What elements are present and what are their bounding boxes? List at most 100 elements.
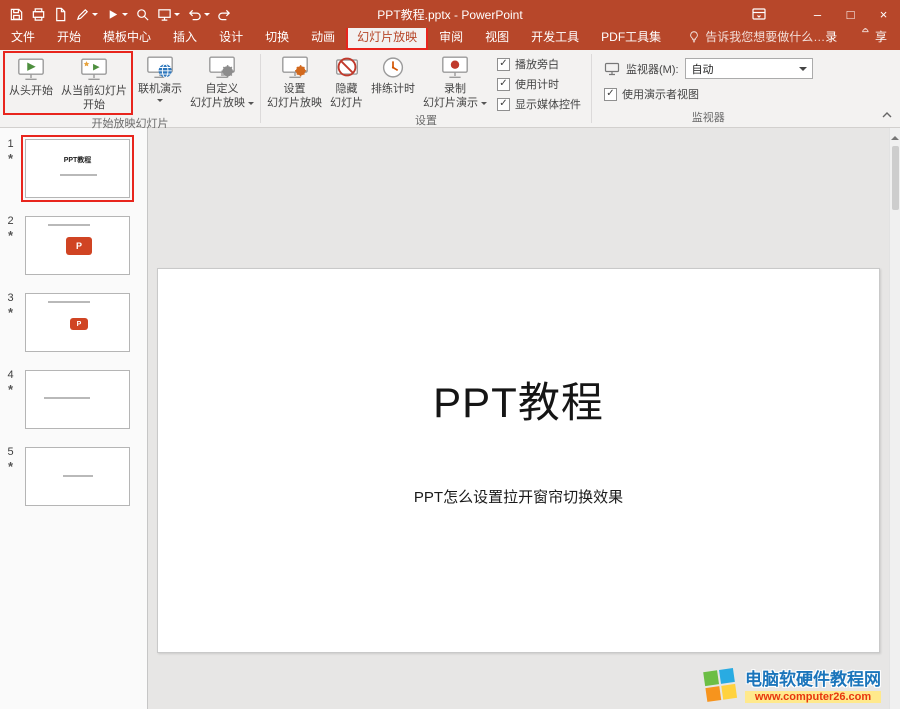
from-current-slide-button[interactable]: 从当前幻灯片 开始 (57, 53, 131, 113)
thumbnail-title-text: PPT教程 (63, 157, 92, 164)
annotation-box-thumbnail-1: PPT教程 (21, 135, 134, 202)
chevron-down-icon (798, 66, 807, 75)
current-slide[interactable]: PPT教程 PPT怎么设置拉开窗帘切换效果 (157, 268, 880, 653)
ribbon: 从头开始 从当前幻灯片 开始 联机演示 自定义 幻灯片放映 开始放映幻灯片 设置… (0, 50, 900, 130)
custom-show-label-line2: 幻灯片放映 (190, 97, 245, 110)
slide-number: 4 (7, 369, 14, 381)
thumbnail-meta: 1 * (0, 135, 21, 202)
record-label-line2: 幻灯片演示 (423, 97, 478, 110)
checkbox-checked-icon: ✓ (497, 57, 510, 71)
slide-thumbnail-3[interactable]: 3 * P (0, 289, 147, 356)
thumbnail-preview[interactable]: P (25, 293, 130, 352)
animation-star-icon: * (7, 228, 14, 243)
annotation-box-start-buttons: 从头开始 从当前幻灯片 开始 (3, 51, 133, 115)
checkbox-checked-icon: ✓ (497, 97, 510, 111)
show-media-controls-checkbox[interactable]: ✓ 显示媒体控件 (497, 96, 581, 112)
print-preview-icon[interactable] (31, 7, 46, 22)
slide-thumbnail-pane: 1 * PPT教程 2 * P 3 * P 4 * 5 * (0, 128, 148, 709)
slide-thumbnail-5[interactable]: 5 * (0, 443, 147, 510)
custom-slide-show-button[interactable]: 自定义 幻灯片放映 (186, 51, 258, 111)
record-slide-show-button[interactable]: 录制 幻灯片演示 (419, 51, 491, 111)
thumbnail-text-line (44, 397, 90, 399)
from-beginning-label: 从头开始 (9, 85, 53, 97)
monitor-dropdown[interactable]: 自动 (684, 58, 813, 79)
slide-number: 3 (7, 292, 14, 304)
thumbnail-meta: 4 * (0, 366, 21, 433)
save-icon[interactable] (9, 7, 24, 22)
ribbon-tab-row: 文件 开始 模板中心 插入 设计 切换 动画 幻灯片放映 审阅 视图 开发工具 … (0, 13, 900, 50)
redo-icon[interactable] (217, 7, 232, 22)
monitor-icon (604, 62, 620, 75)
slide-thumbnail-2[interactable]: 2 * P (0, 212, 147, 279)
minimize-button[interactable]: – (801, 0, 834, 28)
present-online-button[interactable]: 联机演示 (134, 51, 186, 105)
slide-number: 2 (7, 215, 14, 227)
window-title: PPT教程.pptx - PowerPoint (377, 7, 523, 22)
slide-number: 5 (7, 446, 14, 458)
rehearse-timings-button[interactable]: 排练计时 (367, 51, 419, 96)
ppt-logo-graphic: P (70, 318, 88, 330)
dropdown-caret-icon (122, 13, 128, 19)
show-media-controls-label: 显示媒体控件 (515, 99, 581, 111)
tell-me-box[interactable]: 告诉我您想要做什么… (688, 28, 825, 50)
thumbnail-preview[interactable] (25, 447, 130, 506)
collapse-ribbon-button[interactable] (881, 108, 893, 122)
undo-icon[interactable] (187, 7, 210, 22)
combo-arrow-button[interactable] (794, 59, 812, 78)
checkbox-checked-icon: ✓ (497, 77, 510, 91)
play-narrations-checkbox[interactable]: ✓ 播放旁白 (497, 56, 581, 72)
new-document-icon[interactable] (53, 7, 68, 22)
thumbnail-box: P (21, 289, 134, 356)
display-settings-icon[interactable] (157, 7, 180, 22)
from-beginning-button[interactable]: 从头开始 (5, 53, 57, 113)
hide-slide-button[interactable]: 隐藏 幻灯片 (326, 51, 367, 111)
ribbon-display-options-icon[interactable] (742, 0, 775, 28)
slide-thumbnail-4[interactable]: 4 * (0, 366, 147, 433)
use-timings-checkbox[interactable]: ✓ 使用计时 (497, 76, 581, 92)
thumbnail-meta: 5 * (0, 443, 21, 510)
monitor-play-icon (18, 58, 44, 81)
thumbnail-preview[interactable] (25, 370, 130, 429)
monitor-dropdown-value: 自动 (691, 63, 714, 76)
dropdown-caret-icon (92, 13, 98, 19)
group-monitors: 监视器(M): 自动 ✓ 使用演示者视图 监视器 (592, 50, 825, 127)
thumbnail-box: P (21, 212, 134, 279)
slide-thumbnail-1[interactable]: 1 * PPT教程 (0, 135, 147, 202)
hide-slide-label-line1: 隐藏 (335, 83, 358, 95)
hide-slide-label-line2: 幻灯片 (330, 97, 363, 110)
slide-subtitle-text[interactable]: PPT怎么设置拉开窗帘切换效果 (158, 486, 879, 507)
site-watermark: 电脑软硬件教程网 www.computer26.com (701, 665, 881, 703)
set-up-label-line1: 设置 (283, 83, 306, 95)
use-presenter-view-checkbox[interactable]: ✓ 使用演示者视图 (604, 86, 813, 102)
scroll-up-arrow-icon[interactable] (891, 132, 899, 140)
zoom-icon[interactable] (135, 7, 150, 22)
thumbnail-text-line (48, 224, 90, 226)
hide-slide-icon (335, 57, 358, 77)
rehearse-timings-label: 排练计时 (371, 83, 415, 95)
slideshow-play-icon[interactable] (105, 7, 128, 22)
use-presenter-view-label: 使用演示者视图 (622, 89, 699, 101)
present-online-label: 联机演示 (138, 83, 182, 95)
thumbnail-preview[interactable]: PPT教程 (25, 139, 130, 198)
slide-title-text[interactable]: PPT教程 (158, 369, 879, 430)
record-icon (442, 56, 468, 79)
pen-input-icon[interactable] (75, 7, 98, 22)
tell-me-label: 告诉我您想要做什么… (705, 30, 826, 44)
chevron-up-icon (882, 112, 892, 118)
dropdown-caret-icon (204, 13, 210, 19)
thumbnail-text-line (63, 475, 93, 477)
vertical-scrollbar[interactable] (889, 128, 900, 709)
dropdown-caret-icon (481, 101, 487, 108)
thumbnail-meta: 3 * (0, 289, 21, 356)
set-up-slide-show-button[interactable]: 设置 幻灯片放映 (263, 51, 326, 111)
powerpoint-window: PPT教程.pptx - PowerPoint – □ × 文件 开始 模板中心… (0, 0, 900, 709)
thumbnail-preview[interactable]: P (25, 216, 130, 275)
watermark-site-name: 电脑软硬件教程网 (745, 670, 881, 689)
title-bar: PPT教程.pptx - PowerPoint – □ × (0, 0, 900, 28)
maximize-button[interactable]: □ (834, 0, 867, 28)
checkbox-checked-icon: ✓ (604, 87, 617, 101)
animation-star-icon: * (7, 459, 14, 474)
close-button[interactable]: × (867, 0, 900, 28)
scrollbar-thumb[interactable] (891, 146, 899, 210)
watermark-site-url: www.computer26.com (745, 691, 881, 703)
